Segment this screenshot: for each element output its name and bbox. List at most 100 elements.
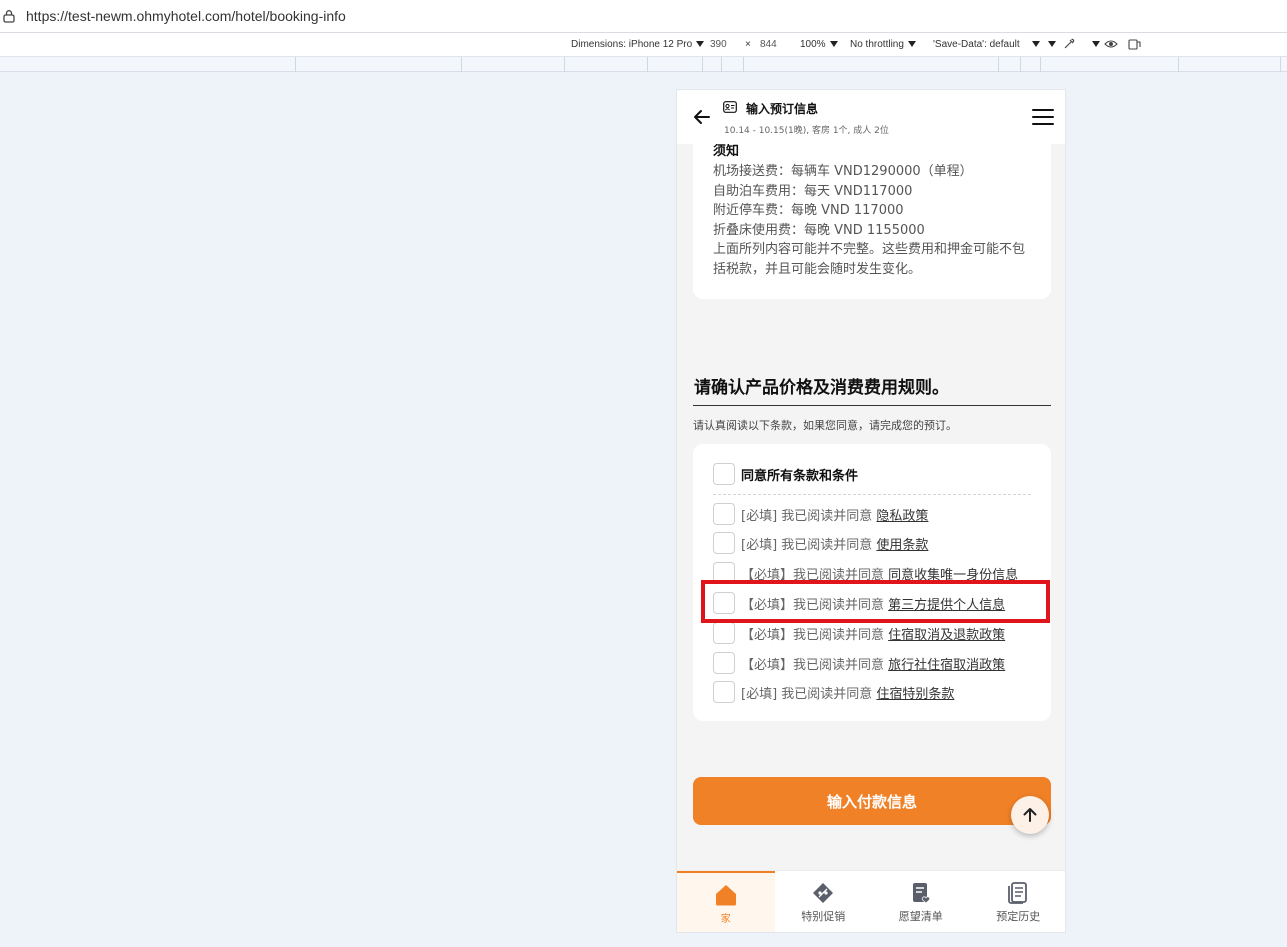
- mobile-viewport: 输入预订信息 10.14 - 10.15(1晚), 客房 1个, 成人 2位 须…: [676, 89, 1066, 933]
- ruler-tick: [1040, 57, 1041, 72]
- term-checkbox[interactable]: [713, 681, 735, 703]
- term-checkbox[interactable]: [713, 622, 735, 644]
- term-row-terms-of-use[interactable]: [必填] 我已阅读并同意 使用条款: [713, 531, 1043, 555]
- dropdown-icon: [907, 41, 916, 48]
- rules-title: 请确认产品价格及消费费用规则。: [694, 378, 949, 398]
- rules-description: 请认真阅读以下条款，如果您同意，请完成您的预订。: [693, 419, 957, 432]
- promotion-tag-icon: [813, 883, 834, 903]
- device-rotate-icon[interactable]: [1127, 37, 1141, 51]
- term-row-privacy[interactable]: [必填] 我已阅读并同意 隐私政策: [713, 502, 1043, 526]
- nav-label: 特别促销: [801, 910, 846, 923]
- ruler-tick: [295, 57, 296, 72]
- term-text: [必填] 我已阅读并同意 使用条款: [741, 534, 928, 553]
- save-data-label: 'Save-Data': default: [933, 39, 1020, 50]
- dimensions-label: Dimensions: iPhone 12 Pro: [571, 39, 693, 50]
- ruler-tick: [721, 57, 722, 72]
- width-input[interactable]: 390: [710, 39, 727, 50]
- height-input[interactable]: 844: [760, 39, 777, 50]
- home-icon: [715, 885, 736, 906]
- term-row-cancellation[interactable]: 【必填】我已阅读并同意 住宿取消及退款政策: [713, 621, 1043, 645]
- highlight-annotation-box: [701, 580, 1050, 623]
- ruler-tick: [461, 57, 462, 72]
- term-prefix: 【必填】我已阅读并同意: [741, 657, 889, 673]
- dimensions-select[interactable]: Dimensions: iPhone 12 Pro: [571, 39, 705, 50]
- nav-label: 家: [720, 914, 731, 925]
- scroll-to-top-button[interactable]: [1011, 796, 1049, 834]
- zoom-label: 100%: [800, 39, 826, 50]
- wishlist-icon: [912, 883, 930, 904]
- terms-divider: [713, 494, 1031, 495]
- term-prefix: [必填] 我已阅读并同意: [741, 508, 877, 524]
- term-text: 【必填】我已阅读并同意 住宿取消及退款政策: [741, 624, 1005, 643]
- agree-all-label: 同意所有条款和条件: [741, 468, 859, 484]
- device-ruler: [0, 57, 1287, 72]
- device-toolbar: Dimensions: iPhone 12 Pro 390 × 844 100%…: [0, 33, 1287, 57]
- eyedropper-icon[interactable]: [1062, 37, 1076, 51]
- app-header: 输入预订信息 10.14 - 10.15(1晚), 客房 1个, 成人 2位: [677, 90, 1065, 144]
- dropdown-icon: [829, 41, 838, 48]
- agree-all-checkbox[interactable]: [713, 463, 735, 485]
- payment-info-button[interactable]: 输入付款信息: [693, 777, 1051, 825]
- id-card-icon: [723, 101, 737, 113]
- term-checkbox[interactable]: [713, 532, 735, 554]
- url-text[interactable]: https://test-newm.ohmyhotel.com/hotel/bo…: [26, 8, 346, 24]
- more-options-dropdown[interactable]: [1044, 39, 1056, 50]
- notice-line: 上面所列内容可能并不完整。这些费用和押金可能不包括税款，并且可能会随时发生变化。: [713, 242, 1026, 277]
- dropdown-icon: [1092, 41, 1100, 48]
- term-row-agency-cancellation[interactable]: 【必填】我已阅读并同意 旅行社住宿取消政策: [713, 651, 1043, 675]
- zoom-select[interactable]: 100%: [800, 39, 838, 50]
- booking-summary: 10.14 - 10.15(1晚), 客房 1个, 成人 2位: [724, 126, 889, 136]
- nav-item-booking-history[interactable]: 预定历史: [970, 871, 1066, 932]
- special-terms-link[interactable]: 住宿特别条款: [876, 687, 954, 702]
- hamburger-menu-icon[interactable]: [1032, 108, 1054, 126]
- term-checkbox[interactable]: [713, 503, 735, 525]
- lock-icon: [3, 10, 15, 23]
- terms-of-use-link[interactable]: 使用条款: [876, 538, 928, 553]
- term-text: [必填] 我已阅读并同意 住宿特别条款: [741, 683, 954, 702]
- term-text: [必填] 我已阅读并同意 隐私政策: [741, 505, 928, 524]
- privacy-policy-link[interactable]: 隐私政策: [876, 509, 928, 524]
- settings-dropdown[interactable]: [1088, 39, 1100, 50]
- term-prefix: [必填] 我已阅读并同意: [741, 686, 877, 702]
- agree-all-row[interactable]: 同意所有条款和条件: [713, 462, 1033, 486]
- nav-item-wishlist[interactable]: 愿望清单: [872, 871, 970, 932]
- dimension-separator: ×: [745, 39, 751, 50]
- browser-address-bar: https://test-newm.ohmyhotel.com/hotel/bo…: [0, 0, 1287, 33]
- bottom-navigation: 家 特别促销 愿望清单 预定历史: [677, 870, 1066, 932]
- ruler-tick: [998, 57, 999, 72]
- dropdown-icon: [1031, 41, 1040, 48]
- ruler-tick: [1280, 57, 1281, 72]
- eye-icon[interactable]: [1104, 37, 1118, 51]
- page-title: 输入预订信息: [746, 102, 819, 116]
- notice-line: 自助泊车费用：每天 VND117000: [713, 183, 913, 199]
- notice-line: 附近停车费：每晚 VND 117000: [713, 203, 904, 219]
- term-text: 【必填】我已阅读并同意 旅行社住宿取消政策: [741, 654, 1005, 673]
- throttling-label: No throttling: [850, 39, 904, 50]
- arrow-up-icon: [1023, 808, 1037, 822]
- ruler-tick: [702, 57, 703, 72]
- notice-card: 须知 机场接送费：每辆车 VND1290000（单程） 自助泊车费用：每天 VN…: [693, 120, 1051, 299]
- throttling-select[interactable]: No throttling: [850, 39, 916, 50]
- dropdown-icon: [1048, 41, 1056, 48]
- save-data-select[interactable]: 'Save-Data': default: [933, 39, 1040, 50]
- term-prefix: 【必填】我已阅读并同意: [741, 627, 889, 643]
- ruler-tick: [743, 57, 744, 72]
- nav-item-home[interactable]: 家: [677, 871, 775, 932]
- ruler-tick: [564, 57, 565, 72]
- agency-cancellation-link[interactable]: 旅行社住宿取消政策: [888, 658, 1005, 673]
- back-arrow-icon[interactable]: [691, 106, 713, 128]
- cancellation-refund-link[interactable]: 住宿取消及退款政策: [888, 628, 1005, 643]
- ruler-tick: [647, 57, 648, 72]
- term-checkbox[interactable]: [713, 652, 735, 674]
- ruler-tick: [1178, 57, 1179, 72]
- nav-item-promotions[interactable]: 特别促销: [775, 871, 873, 932]
- term-prefix: [必填] 我已阅读并同意: [741, 537, 877, 553]
- notice-line: 折叠床使用费：每晚 VND 1155000: [713, 222, 925, 238]
- rules-divider: [693, 405, 1051, 406]
- ruler-tick: [1020, 57, 1021, 72]
- nav-label: 愿望清单: [898, 910, 943, 923]
- dropdown-icon: [696, 41, 705, 48]
- term-row-special-terms[interactable]: [必填] 我已阅读并同意 住宿特别条款: [713, 680, 1043, 704]
- nav-label: 预定历史: [996, 910, 1041, 923]
- notice-line: 机场接送费：每辆车 VND1290000（单程）: [713, 164, 973, 179]
